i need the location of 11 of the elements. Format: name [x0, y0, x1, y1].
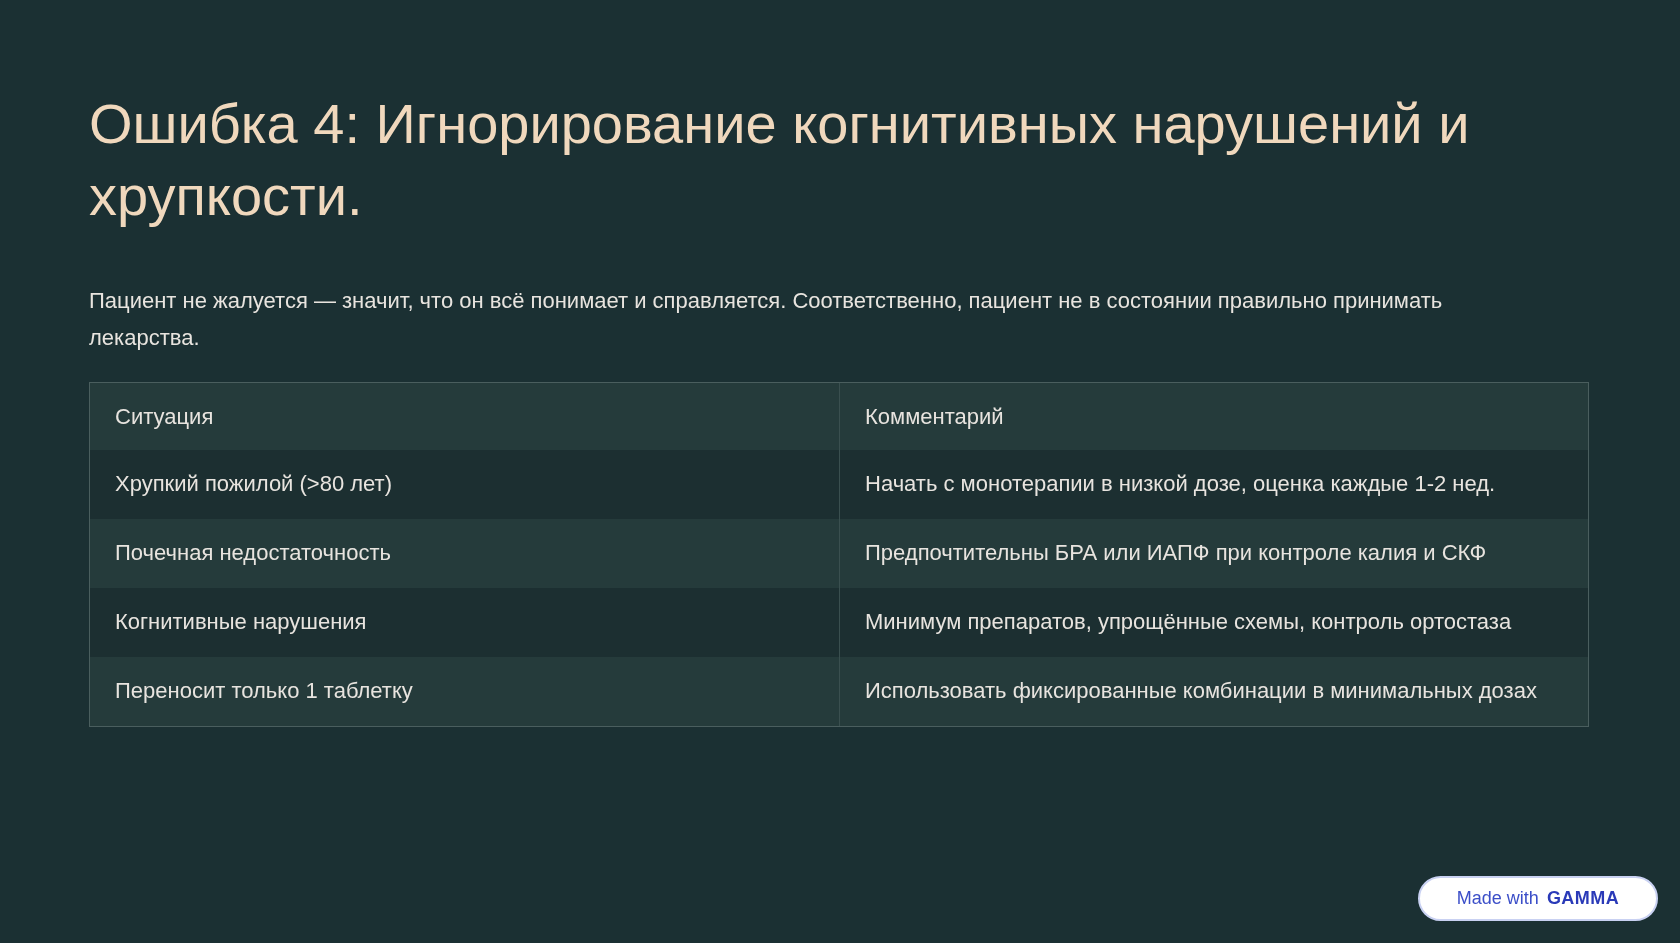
badge-text: Made with: [1456, 887, 1539, 910]
column-header: Ситуация: [114, 403, 215, 431]
intro-paragraph: Пациент не жалуется — значит, что он всё понимает и справляется. Соответственно, пациент не в состоянии правильно принимать лекарства.: [89, 287, 1444, 352]
slide-title: Ошибка 4: Игнорирование когнитивных нарушений и хрупкости.: [89, 91, 1471, 229]
table-cell-text: Почечная недостаточность: [114, 539, 392, 567]
table-cell-text: Переносит только 1 таблетку: [114, 677, 414, 705]
brand-logo-text: GAMMA: [1546, 887, 1620, 910]
made-with-gamma-badge[interactable]: Made with GAMMA: [1418, 876, 1658, 921]
table-cell: Использовать фиксированные комбинации в минимальных дозах: [839, 657, 1588, 726]
table-cell-text: Когнитивные нарушения: [114, 608, 368, 636]
table-cell-text: Хрупкий пожилой (>80 лет): [114, 470, 394, 498]
